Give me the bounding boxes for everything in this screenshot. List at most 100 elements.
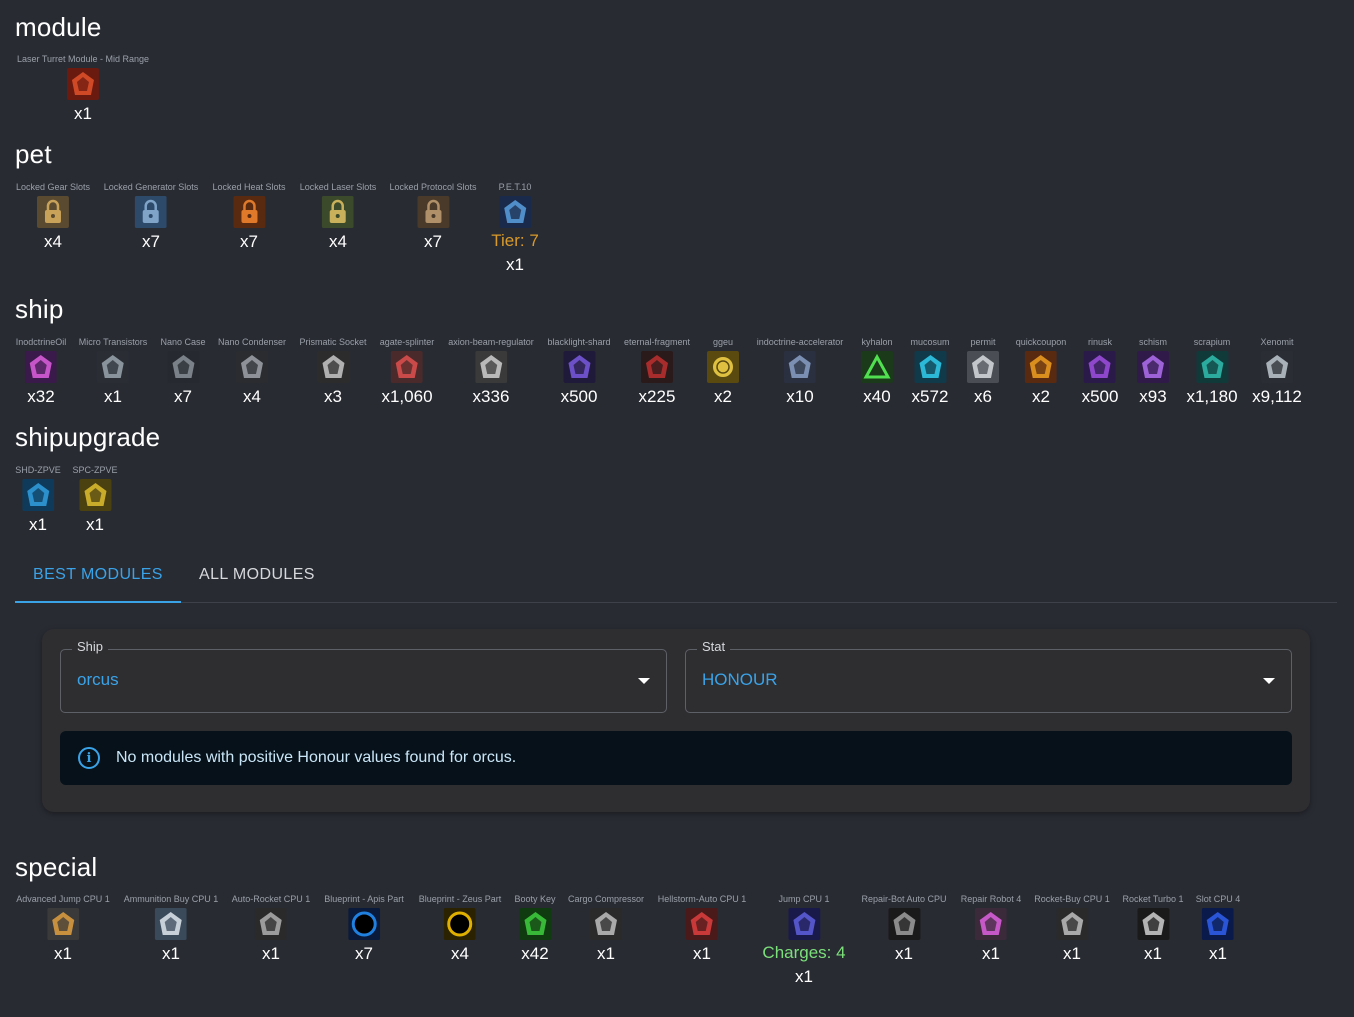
item-pet-10[interactable]: P.E.T.10 Tier: 7 x1 (491, 181, 539, 275)
item-count: x4 (243, 387, 261, 406)
item-locked-protocol-slots[interactable]: Locked Protocol Slots x7 (389, 181, 476, 252)
item-blueprint-apis-part[interactable]: Blueprint - Apis Part x7 (324, 893, 404, 964)
item-rinusk[interactable]: rinusk x500 (1082, 336, 1119, 407)
item-count: x4 (329, 232, 347, 251)
item-count: x1 (895, 944, 913, 963)
item-count: x7 (142, 232, 160, 251)
item-prismatic-socket[interactable]: Prismatic Socket x3 (299, 336, 366, 407)
indoctrine-accelerator-icon (783, 351, 816, 383)
item-name: Blueprint - Zeus Part (418, 894, 502, 904)
item-hellstorm-auto-cpu-1[interactable]: Hellstorm-Auto CPU 1 x1 (658, 893, 747, 964)
item-schism[interactable]: schism x93 (1137, 336, 1169, 407)
item-kyhalon[interactable]: kyhalon x40 (861, 336, 893, 407)
ship-select-value: orcus (77, 670, 119, 689)
nano-case-icon (167, 351, 199, 383)
item-cargo-compressor[interactable]: Cargo Compressor x1 (568, 893, 644, 964)
item-count: x3 (324, 387, 342, 406)
item-count: x1 (74, 104, 92, 123)
item-count: x1 (1144, 944, 1162, 963)
item-name: Slot CPU 4 (1195, 894, 1241, 904)
inodctrine-oil-icon (25, 351, 57, 383)
item-count: x336 (472, 387, 510, 406)
item-repair-robot-4[interactable]: Repair Robot 4 x1 (961, 893, 1022, 964)
item-name: Jump CPU 1 (778, 894, 830, 904)
item-locked-generator-slots[interactable]: Locked Generator Slots x7 (104, 181, 199, 252)
tab-label: BEST MODULES (33, 566, 163, 583)
item-locked-gear-slots[interactable]: Locked Gear Slots x4 (16, 181, 90, 252)
item-blacklight-shard[interactable]: blacklight-shard x500 (547, 336, 610, 407)
ammunition-buy-cpu-icon (154, 908, 187, 940)
item-repair-bot-auto-cpu[interactable]: Repair-Bot Auto CPU x1 (861, 893, 946, 964)
padlock-laser-icon (321, 196, 354, 228)
item-shd-zpve[interactable]: SHD-ZPVE x1 (15, 464, 61, 535)
item-locked-laser-slots[interactable]: Locked Laser Slots x4 (300, 181, 377, 252)
ship-select[interactable]: Ship orcus (60, 639, 667, 713)
section-title-special: special (15, 852, 98, 882)
item-count: x1 (693, 944, 711, 963)
stat-select-label: Stat (697, 639, 731, 654)
item-count: x1 (104, 387, 122, 406)
item-count: x1 (1063, 944, 1081, 963)
item-rocket-buy-cpu-1[interactable]: Rocket-Buy CPU 1 x1 (1034, 893, 1110, 964)
item-inodctrineoil[interactable]: InodctrineOil x32 (16, 336, 67, 407)
item-name: agate-splinter (379, 337, 435, 347)
chevron-down-icon (1263, 678, 1275, 684)
item-ammunition-buy-cpu-1[interactable]: Ammunition Buy CPU 1 x1 (124, 893, 219, 964)
item-name: indoctrine-accelerator (756, 337, 844, 347)
section-title-shipupgrade: shipupgrade (15, 422, 161, 452)
item-name: Prismatic Socket (299, 337, 367, 347)
stat-select[interactable]: Stat HONOUR (685, 639, 1292, 713)
item-name: Locked Heat Slots (212, 182, 286, 192)
item-name: rinusk (1087, 337, 1112, 347)
item-locked-heat-slots[interactable]: Locked Heat Slots x7 (212, 181, 285, 252)
item-indoctrine-accelerator[interactable]: indoctrine-accelerator x10 (757, 336, 844, 407)
item-agate-splinter[interactable]: agate-splinter x1,060 (380, 336, 435, 407)
item-booty-key[interactable]: Booty Key x42 (514, 893, 555, 964)
item-mucosum[interactable]: mucosum x572 (910, 336, 949, 407)
repair-robot-icon (974, 908, 1007, 940)
item-name: quickcoupon (1015, 337, 1067, 347)
item-count: x1 (982, 944, 1000, 963)
item-name: blacklight-shard (547, 337, 611, 347)
best-modules-panel: Ship orcus Stat HONOUR i No modules with… (42, 629, 1310, 812)
item-rocket-turbo-1[interactable]: Rocket Turbo 1 x1 (1122, 893, 1183, 964)
item-nano-condenser[interactable]: Nano Condenser x4 (218, 336, 286, 407)
cargo-compressor-icon (590, 908, 622, 940)
scrapium-icon (1195, 351, 1228, 383)
item-eternal-fragment[interactable]: eternal-fragment x225 (624, 336, 690, 407)
section-title-module: module (15, 12, 102, 42)
item-micro-transistors[interactable]: Micro Transistors x1 (79, 336, 148, 407)
item-count: x1 (506, 255, 524, 274)
blueprint-apis-icon (347, 908, 380, 940)
item-jump-cpu-1[interactable]: Jump CPU 1 Charges: 4 x1 (762, 893, 845, 987)
item-name: Locked Generator Slots (103, 182, 199, 192)
item-count: x9,112 (1252, 387, 1302, 406)
item-scrapium[interactable]: scrapium x1,180 (1186, 336, 1237, 407)
item-count: x7 (240, 232, 258, 251)
item-count: x1,180 (1186, 387, 1238, 406)
item-nano-case[interactable]: Nano Case x7 (160, 336, 205, 407)
item-permit[interactable]: permit x6 (967, 336, 999, 407)
item-name: P.E.T.10 (498, 182, 532, 192)
item-slot-cpu-4[interactable]: Slot CPU 4 x1 (1196, 893, 1241, 964)
item-name: Blueprint - Apis Part (324, 894, 404, 904)
item-advanced-jump-cpu-1[interactable]: Advanced Jump CPU 1 x1 (16, 893, 110, 964)
tab-best-modules[interactable]: BEST MODULES (33, 553, 163, 603)
booty-key-icon (519, 908, 551, 940)
item-ggeu[interactable]: ggeu x2 (707, 336, 739, 407)
item-laser-turret-module[interactable]: Laser Turret Module - Mid Range x1 (17, 53, 149, 124)
item-xenomit[interactable]: Xenomit x9,112 (1252, 336, 1302, 407)
item-count: x42 (521, 944, 549, 963)
item-name: mucosum (910, 337, 950, 347)
item-spc-zpve[interactable]: SPC-ZPVE x1 (72, 464, 117, 535)
pet-drone-icon (498, 196, 531, 228)
spc-zpve-icon (78, 479, 111, 511)
item-axion-beam-regulator[interactable]: axion-beam-regulator x336 (448, 336, 534, 407)
item-count: x93 (1139, 387, 1167, 406)
item-auto-rocket-cpu-1[interactable]: Auto-Rocket CPU 1 x1 (232, 893, 311, 964)
item-blueprint-zeus-part[interactable]: Blueprint - Zeus Part x4 (419, 893, 502, 964)
jump-cpu-icon (787, 908, 820, 940)
tab-all-modules[interactable]: ALL MODULES (199, 553, 315, 603)
item-name: axion-beam-regulator (448, 337, 534, 347)
item-quickcoupon[interactable]: quickcoupon x2 (1016, 336, 1067, 407)
